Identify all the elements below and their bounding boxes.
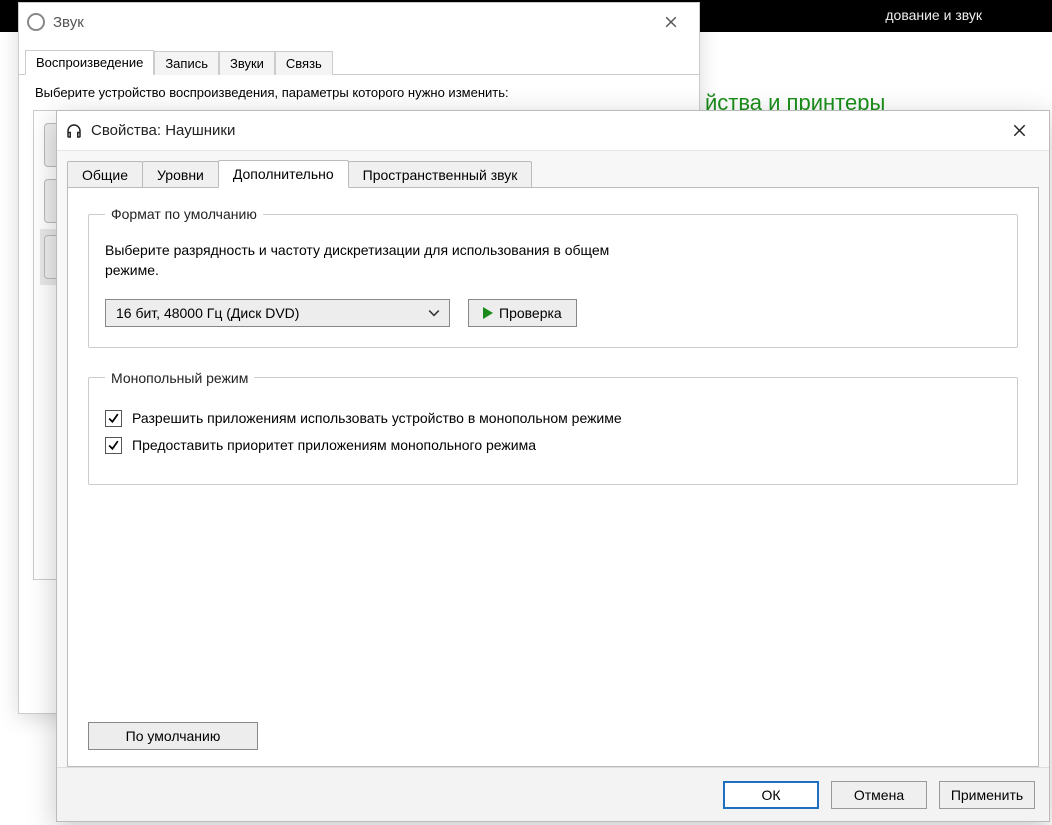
sound-icon [27, 13, 45, 31]
sound-title: Звук [53, 14, 84, 31]
button-label: Применить [951, 787, 1023, 803]
props-title: Свойства: Наушники [91, 122, 235, 139]
default-format-group: Формат по умолчанию Выберите разрядность… [88, 206, 1018, 348]
props-close-button[interactable] [997, 115, 1041, 147]
checkmark-icon [107, 412, 120, 425]
sound-titlebar: Звук [19, 3, 699, 41]
tab-label: Дополнительно [233, 166, 334, 182]
play-icon [483, 307, 493, 319]
sound-tab-sounds[interactable]: Звуки [219, 51, 275, 75]
sound-tabs: Воспроизведение Запись Звуки Связь [19, 45, 699, 75]
ok-button[interactable]: ОК [723, 781, 819, 809]
tab-label: Звуки [230, 56, 264, 71]
test-button-label: Проверка [499, 305, 562, 321]
tab-label: Уровни [157, 167, 204, 183]
sound-tab-comm[interactable]: Связь [275, 51, 333, 75]
tab-levels[interactable]: Уровни [142, 161, 219, 188]
exclusive-mode-legend: Монопольный режим [105, 370, 254, 386]
format-selected: 16 бит, 48000 Гц (Диск DVD) [116, 305, 299, 321]
apply-button[interactable]: Применить [939, 781, 1035, 809]
props-titlebar: Свойства: Наушники [57, 111, 1049, 151]
button-label: ОК [761, 787, 780, 803]
restore-defaults-button[interactable]: По умолчанию [88, 722, 258, 750]
button-label: Отмена [854, 787, 904, 803]
tab-advanced[interactable]: Дополнительно [218, 160, 349, 188]
priority-exclusive-label: Предоставить приоритет приложениям моноп… [132, 437, 536, 453]
props-tabs: Общие Уровни Дополнительно Пространствен… [67, 159, 1039, 187]
restore-defaults-label: По умолчанию [126, 728, 221, 744]
format-combobox[interactable]: 16 бит, 48000 Гц (Диск DVD) [105, 299, 450, 327]
allow-exclusive-checkbox[interactable] [105, 410, 122, 427]
properties-dialog: Свойства: Наушники Общие Уровни Дополнит… [56, 110, 1050, 822]
tab-general[interactable]: Общие [67, 161, 143, 188]
tab-label: Пространственный звук [363, 167, 518, 183]
props-body: Общие Уровни Дополнительно Пространствен… [57, 151, 1049, 767]
sound-close-button[interactable] [651, 7, 691, 37]
sound-tab-playback[interactable]: Воспроизведение [25, 50, 154, 75]
exclusive-mode-group: Монопольный режим Разрешить приложениям … [88, 370, 1018, 485]
sound-tab-recording[interactable]: Запись [154, 51, 219, 75]
chevron-down-icon [423, 300, 445, 326]
tab-spatial[interactable]: Пространственный звук [348, 161, 533, 188]
tab-label: Воспроизведение [36, 55, 143, 70]
props-footer: ОК Отмена Применить [57, 767, 1049, 821]
allow-exclusive-row[interactable]: Разрешить приложениям использовать устро… [105, 410, 1001, 427]
format-row: 16 бит, 48000 Гц (Диск DVD) Проверка [105, 299, 1001, 327]
checkmark-icon [107, 439, 120, 452]
ribbon-text: дование и звук [885, 7, 982, 23]
priority-exclusive-row[interactable]: Предоставить приоритет приложениям моноп… [105, 437, 1001, 454]
tab-label: Связь [286, 56, 322, 71]
advanced-panel: Формат по умолчанию Выберите разрядность… [67, 187, 1039, 767]
default-format-legend: Формат по умолчанию [105, 206, 263, 222]
priority-exclusive-checkbox[interactable] [105, 437, 122, 454]
test-button[interactable]: Проверка [468, 299, 577, 327]
close-icon [1013, 124, 1026, 137]
tab-label: Запись [165, 56, 208, 71]
cancel-button[interactable]: Отмена [831, 781, 927, 809]
sound-instruction: Выберите устройство воспроизведения, пар… [19, 75, 699, 104]
headphones-icon [65, 122, 83, 140]
default-format-desc: Выберите разрядность и частоту дискретиз… [105, 240, 625, 281]
tab-label: Общие [82, 167, 128, 183]
allow-exclusive-label: Разрешить приложениям использовать устро… [132, 410, 622, 426]
close-icon [665, 16, 677, 28]
